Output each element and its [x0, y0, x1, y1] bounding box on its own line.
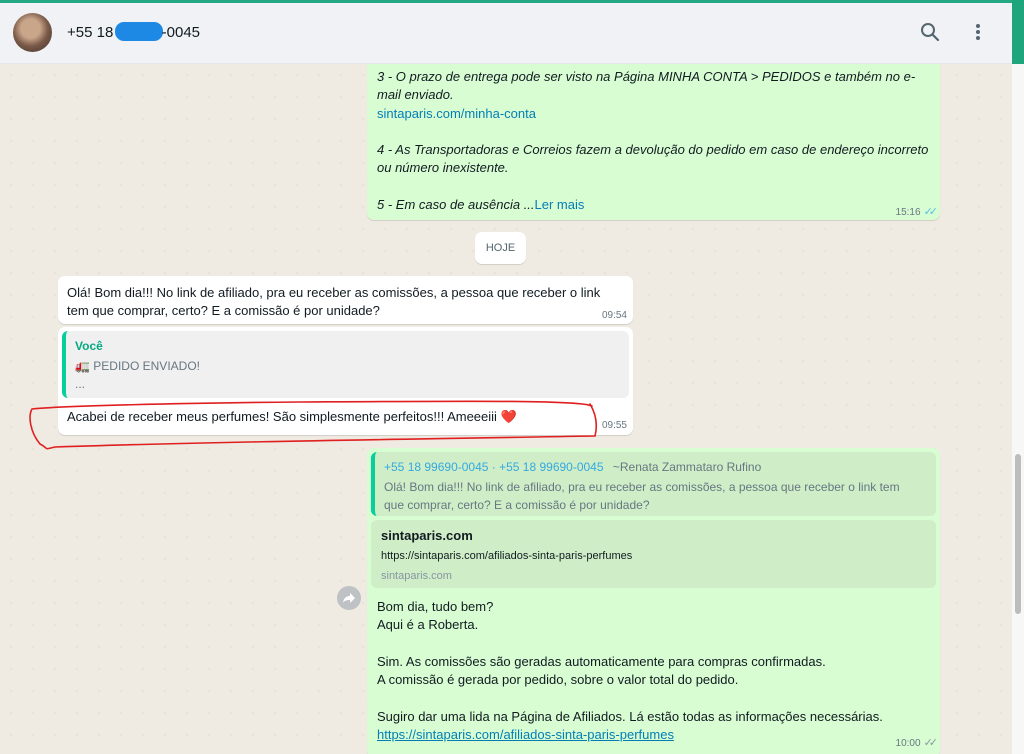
message-meta: 10:00 ✓✓ [895, 736, 939, 749]
message-incoming: Você 🚛 PEDIDO ENVIADO! ... Acabei de rec… [58, 327, 633, 435]
message-link[interactable]: https://sintaparis.com/afiliados-sinta-p… [377, 726, 674, 744]
quote-author: Você [75, 339, 103, 353]
chat-header: +55 18 -0045 [0, 0, 1024, 64]
message-line: mail enviado. [377, 87, 454, 102]
message-time: 15:16 [895, 207, 921, 218]
quote-author: +55 18 99690-0045 · +55 18 99690-0045 [384, 460, 604, 474]
scrollbar-thumb[interactable] [1015, 454, 1021, 614]
message-time: 09:55 [601, 420, 627, 431]
message-line: Bom dia, tudo bem? [377, 599, 494, 614]
preview-domain: sintaparis.com [381, 570, 452, 582]
quoted-message[interactable]: +55 18 99690-0045 · +55 18 99690-0045 ~R… [371, 452, 936, 516]
message-line: 3 - O prazo de entrega pode ser visto na… [377, 69, 916, 84]
search-icon[interactable] [918, 20, 942, 44]
message-text: Acabei de receber meus perfumes! São sim… [67, 409, 517, 424]
preview-url: https://sintaparis.com/afiliados-sinta-p… [381, 550, 633, 562]
link-preview[interactable]: sintaparis.com https://sintaparis.com/af… [371, 520, 936, 588]
message-outgoing: 3 - O prazo de entrega pode ser visto na… [367, 64, 940, 220]
message-outgoing: +55 18 99690-0045 · +55 18 99690-0045 ~R… [367, 448, 940, 754]
message-line: Sim. As comissões são geradas automatica… [377, 654, 826, 669]
avatar[interactable] [13, 13, 52, 52]
top-accent [0, 0, 1012, 3]
message-line: Aqui é a Roberta. [377, 617, 479, 632]
message-line: 4 - As Transportadoras e Correios fazem … [377, 142, 929, 157]
contact-suffix: -0045 [161, 24, 201, 41]
read-more-link[interactable]: Ler mais [535, 197, 585, 212]
quote-name: ~Renata Zammataro Rufino [612, 460, 762, 474]
redaction-mark [115, 22, 164, 41]
contact-prefix: +55 18 [67, 24, 114, 41]
message-incoming: Olá! Bom dia!!! No link de afiliado, pra… [58, 276, 633, 324]
message-link[interactable]: sintaparis.com/minha-conta [377, 105, 536, 123]
chat-scrollbar[interactable] [1012, 64, 1024, 754]
delivered-ticks-icon: ✓✓ [923, 737, 939, 749]
quote-more: ... [75, 377, 86, 391]
chat-area: 3 - O prazo de entrega pode ser visto na… [0, 64, 1012, 754]
message-line: Olá! Bom dia!!! No link de afiliado, pra… [67, 285, 601, 300]
preview-title: sintaparis.com [381, 528, 473, 543]
message-time: 09:54 [601, 310, 627, 321]
contact-name[interactable]: +55 18 -0045 [67, 22, 200, 41]
quote-line: Olá! Bom dia!!! No link de afiliado, pra… [384, 480, 900, 494]
message-line: Sugiro dar uma lida na Página de Afiliad… [377, 709, 883, 724]
date-divider: HOJE [475, 232, 526, 264]
forward-button[interactable] [337, 586, 361, 610]
menu-icon[interactable] [966, 20, 990, 44]
quote-text: PEDIDO ENVIADO! [93, 359, 200, 373]
forward-icon [343, 593, 355, 603]
message-line: ou número inexistente. [377, 160, 509, 175]
message-meta: 15:16 ✓✓ [895, 205, 939, 218]
quoted-message[interactable]: Você 🚛 PEDIDO ENVIADO! ... [62, 331, 629, 398]
message-line: A comissão é gerada por pedido, sobre o … [377, 672, 739, 687]
message-time: 10:00 [895, 738, 921, 749]
message-line: 5 - Em caso de ausência ... [377, 197, 535, 212]
truck-icon: 🚛 [75, 359, 90, 373]
quote-line: que comprar, certo? E a comissão é por u… [384, 498, 650, 512]
message-line: tem que comprar, certo? E a comissão é p… [67, 303, 380, 318]
read-ticks-icon: ✓✓ [923, 206, 939, 218]
